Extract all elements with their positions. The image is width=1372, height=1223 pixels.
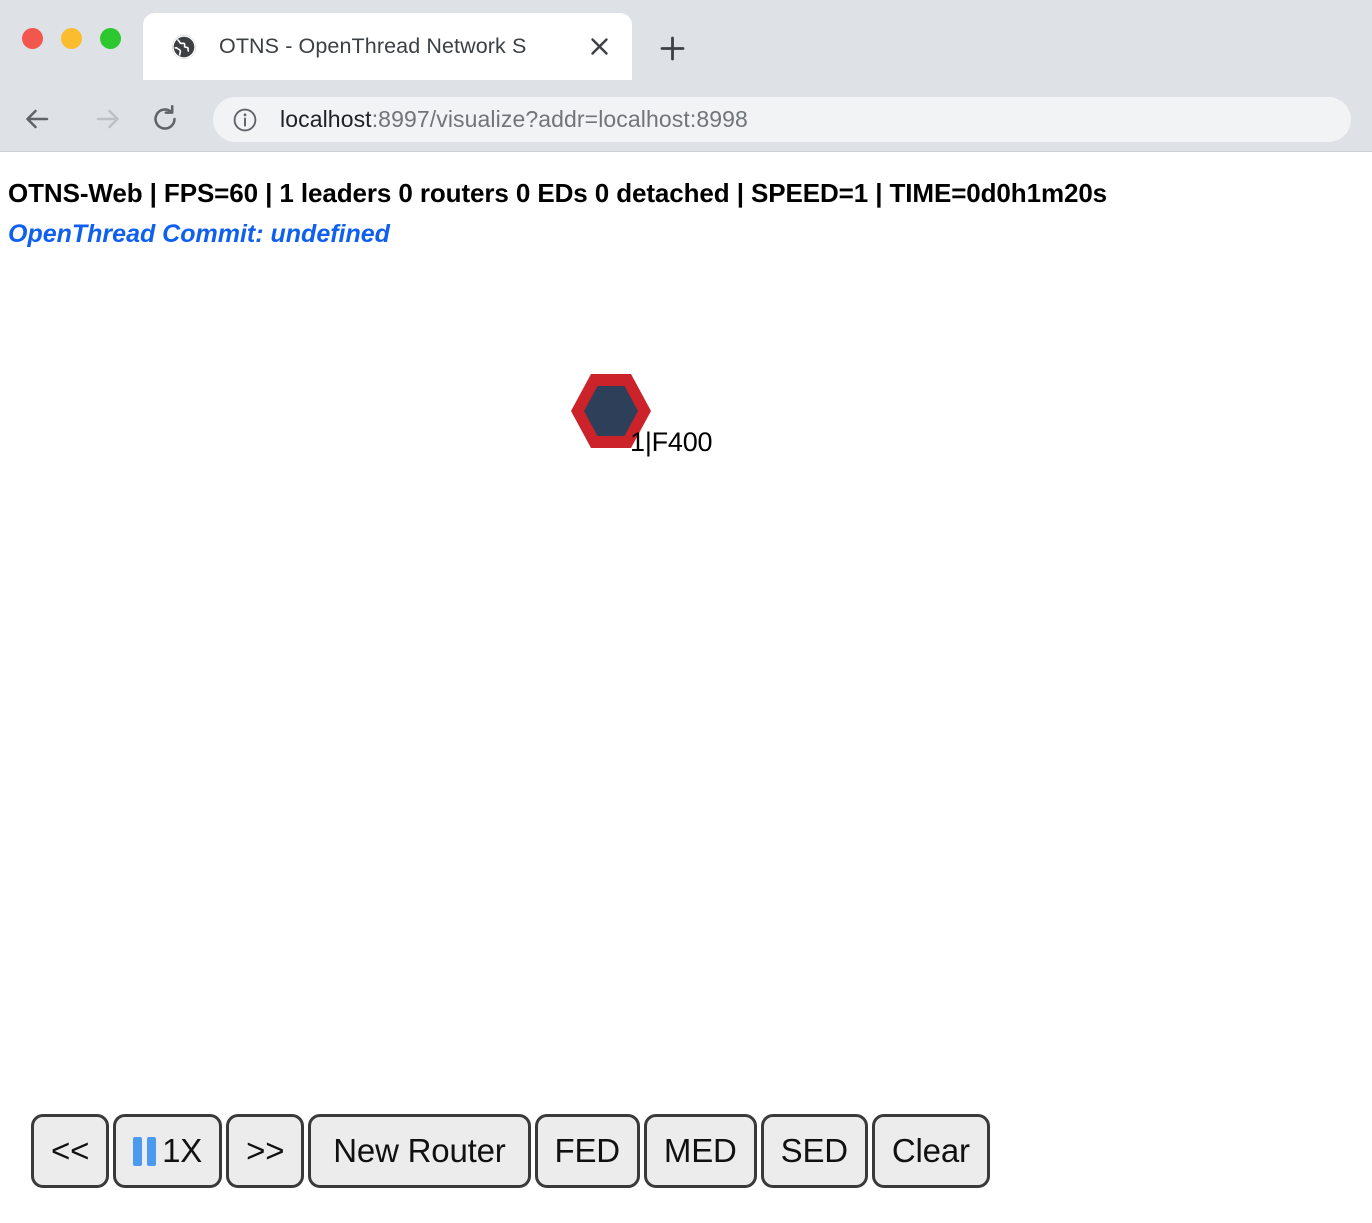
speed-label: 1X [162, 1132, 203, 1169]
new-router-button-label: New Router [333, 1132, 506, 1169]
info-circle-icon[interactable] [232, 107, 258, 133]
play-pause-speed-button[interactable]: 1X [113, 1114, 223, 1188]
simulation-control-bar: << 1X >> New Router FED MED SED Clear [31, 1114, 990, 1188]
openthread-commit-line: OpenThread Commit: undefined [8, 220, 390, 248]
reload-icon [154, 104, 176, 130]
otns-web-page: OTNS-Web | FPS=60 | 1 leaders 0 routers … [0, 152, 1372, 1223]
url-path: :8997/visualize?addr=localhost:8998 [371, 106, 748, 132]
forward-arrow-icon [96, 109, 119, 129]
window-controls [22, 28, 121, 49]
globe-icon [172, 34, 196, 59]
rewind-button[interactable]: << [31, 1114, 110, 1188]
fast-forward-button-label: >> [246, 1132, 285, 1169]
back-arrow-icon [26, 109, 49, 129]
window-maximize-button[interactable] [100, 28, 121, 49]
tab-strip: OTNS - OpenThread Network S [0, 0, 1372, 80]
node-label: 1|F400 [630, 427, 713, 457]
window-minimize-button[interactable] [61, 28, 82, 49]
window-close-button[interactable] [22, 28, 43, 49]
tab-title: OTNS - OpenThread Network S [219, 34, 527, 58]
address-bar[interactable]: localhost:8997/visualize?addr=localhost:… [213, 97, 1351, 142]
new-med-button[interactable]: MED [643, 1114, 757, 1188]
new-fed-button-label: FED [554, 1132, 621, 1169]
new-sed-button[interactable]: SED [760, 1114, 868, 1188]
new-router-button[interactable]: New Router [308, 1114, 531, 1188]
rewind-button-label: << [51, 1132, 90, 1169]
new-sed-button-label: SED [780, 1132, 848, 1169]
pause-icon [133, 1136, 157, 1166]
back-button[interactable] [15, 97, 59, 141]
simulation-status-line: OTNS-Web | FPS=60 | 1 leaders 0 routers … [8, 178, 1108, 208]
new-tab-button[interactable] [651, 27, 693, 69]
new-med-button-label: MED [663, 1132, 737, 1169]
tab-close-icon[interactable] [580, 28, 618, 66]
new-fed-button[interactable]: FED [534, 1114, 640, 1188]
url-host: localhost [280, 106, 372, 132]
browser-chrome: OTNS - OpenThread Network S localhost:89… [0, 0, 1372, 152]
clear-button[interactable]: Clear [871, 1114, 990, 1188]
address-bar-url: localhost:8997/visualize?addr=localhost:… [280, 106, 748, 133]
clear-button-label: Clear [891, 1132, 970, 1169]
browser-tab[interactable]: OTNS - OpenThread Network S [143, 13, 632, 80]
fast-forward-button[interactable]: >> [226, 1114, 305, 1188]
forward-button [86, 97, 130, 141]
reload-button[interactable] [143, 97, 187, 141]
